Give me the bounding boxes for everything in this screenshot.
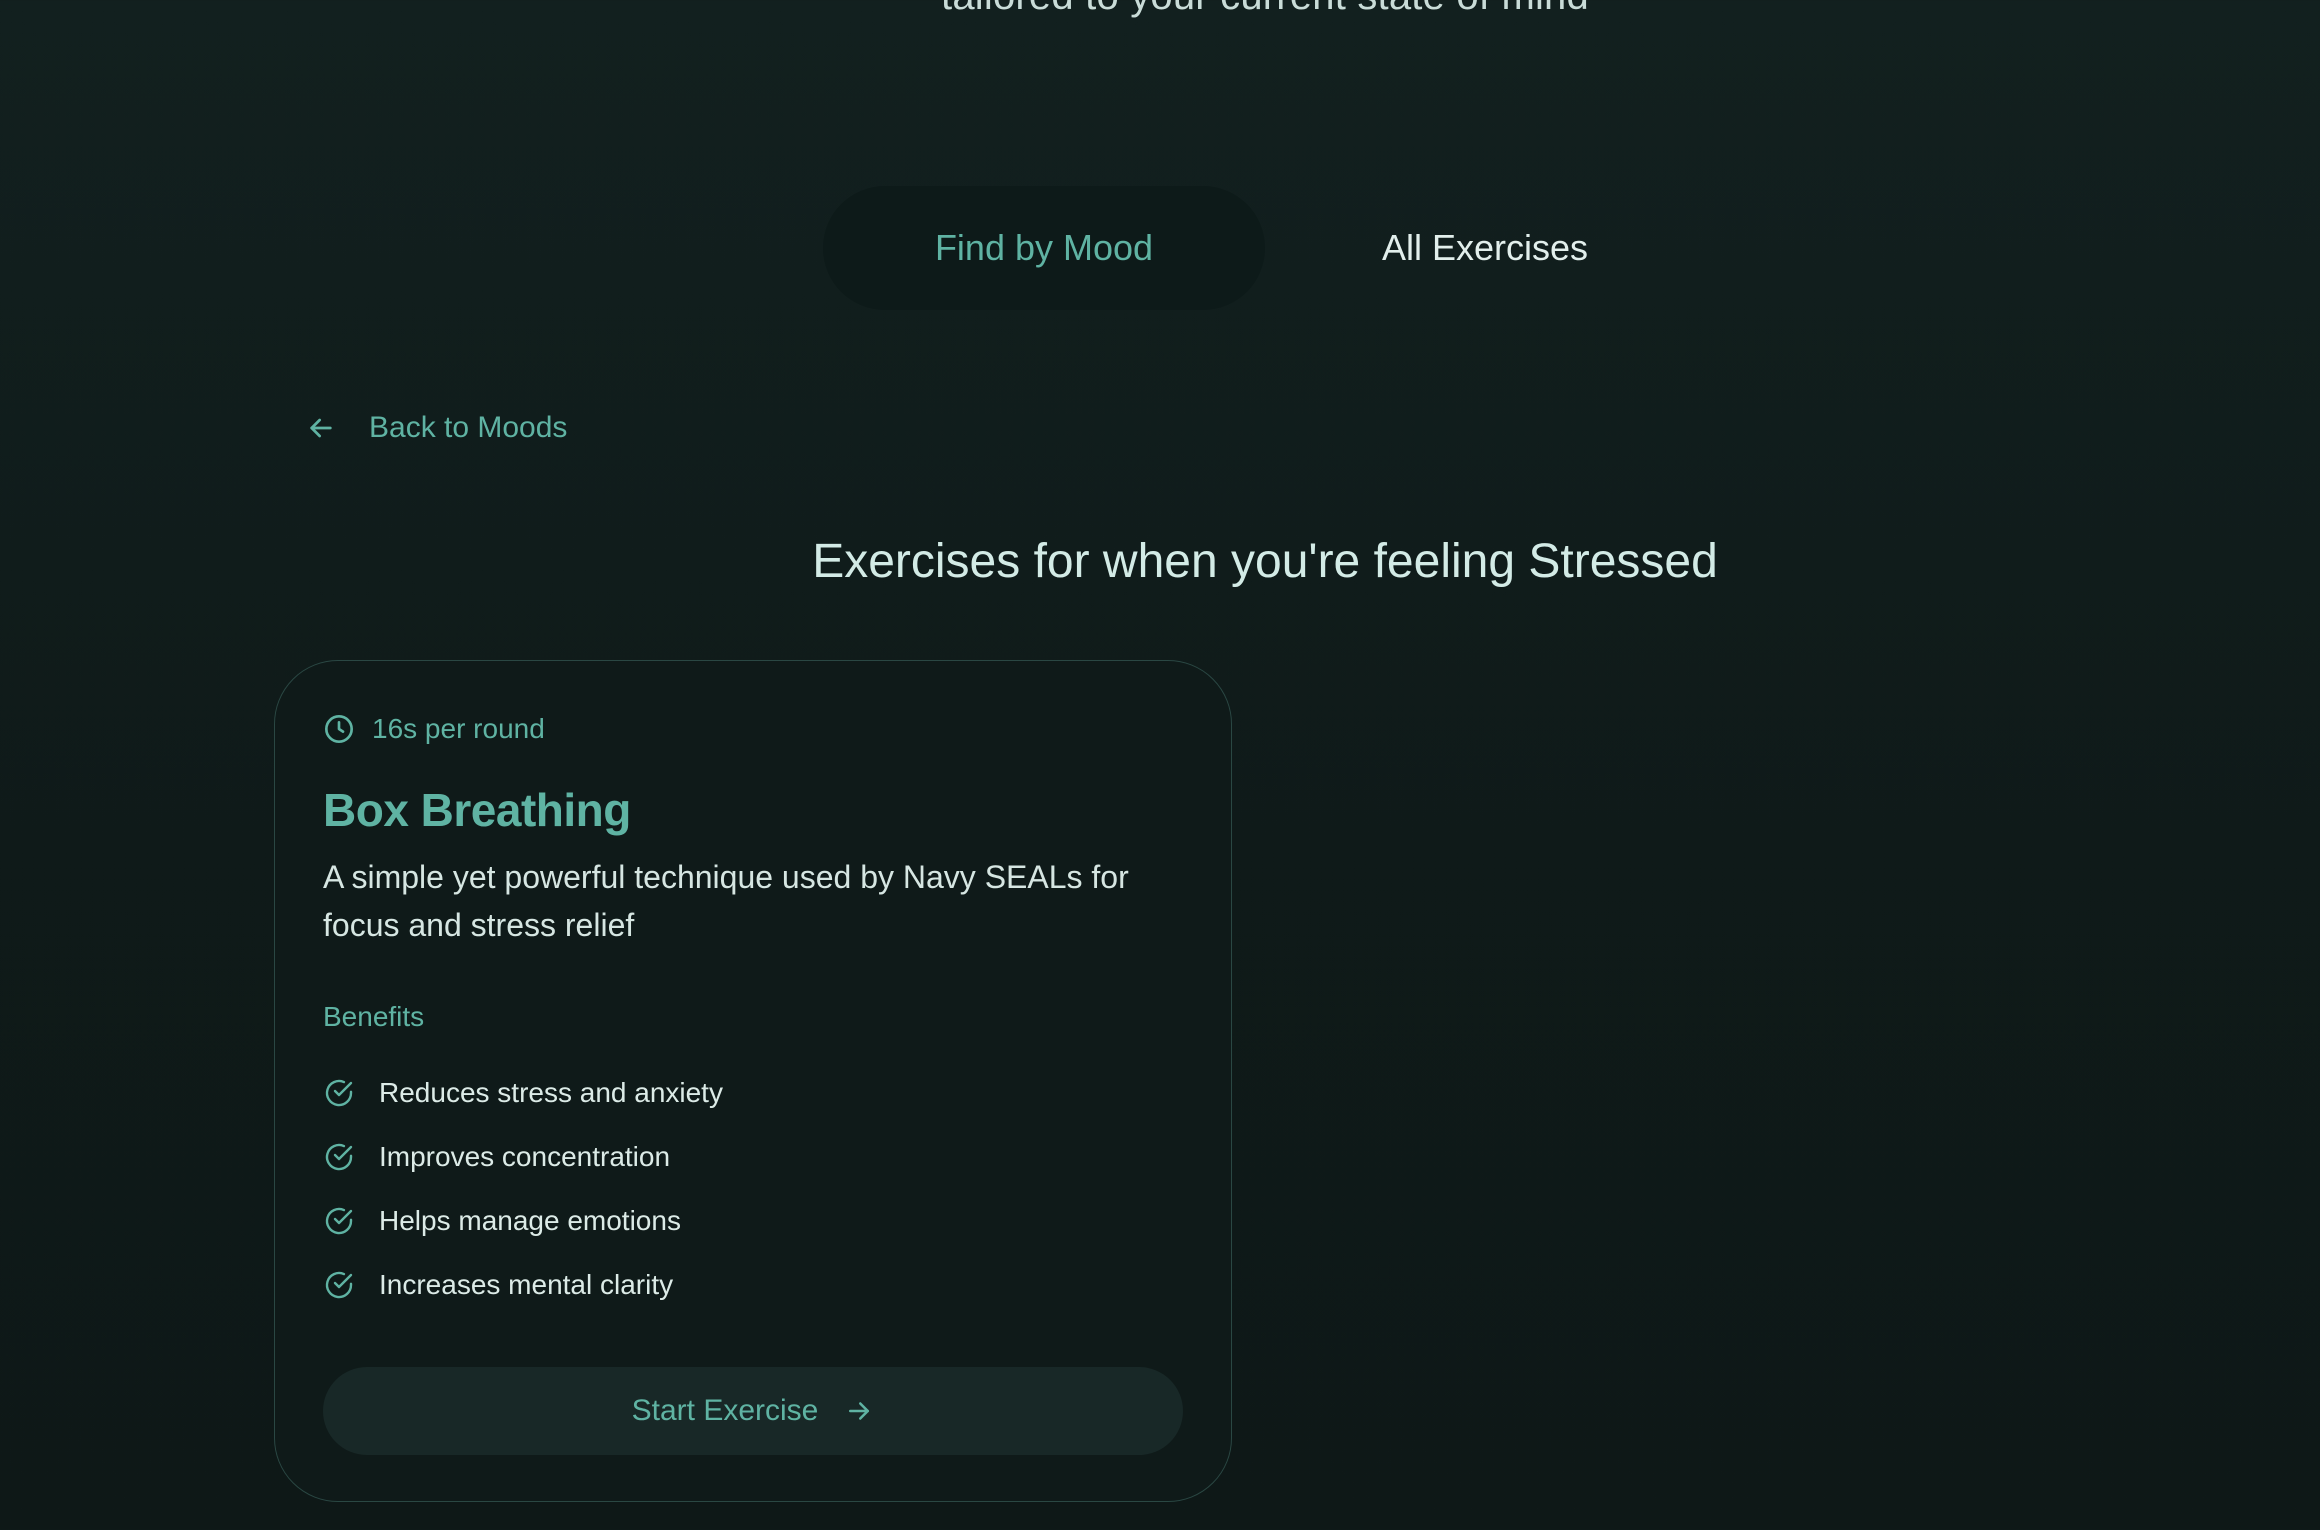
arrow-right-icon — [844, 1396, 874, 1426]
benefit-item: Improves concentration — [323, 1125, 723, 1189]
exercise-title: Box Breathing — [323, 784, 631, 836]
back-link-label: Back to Moods — [369, 411, 568, 444]
benefit-label: Improves concentration — [379, 1141, 671, 1172]
clock-icon — [323, 713, 355, 745]
tab-bar: Find by Mood All Exercises — [823, 186, 1705, 310]
duration: 16s per round — [323, 713, 545, 745]
benefit-item: Reduces stress and anxiety — [323, 1061, 723, 1125]
exercise-card: 16s per round Box Breathing A simple yet… — [274, 660, 1232, 1502]
benefit-item: Increases mental clarity — [323, 1253, 723, 1317]
benefits-list: Reduces stress and anxiety Improves conc… — [323, 1061, 723, 1317]
duration-label: 16s per round — [372, 713, 545, 744]
benefits-heading: Benefits — [323, 1001, 425, 1032]
arrow-left-icon — [305, 412, 337, 444]
tab-all-exercises[interactable]: All Exercises — [1265, 186, 1705, 310]
benefit-label: Helps manage emotions — [379, 1205, 681, 1236]
page: tailored to your current state of mind F… — [0, 0, 2320, 1530]
benefit-label: Increases mental clarity — [379, 1269, 674, 1300]
exercise-description: A simple yet powerful technique used by … — [323, 859, 1129, 943]
check-circle-icon — [323, 1141, 355, 1173]
page-subtitle: tailored to your current state of mind — [0, 0, 2320, 19]
back-to-moods-link[interactable]: Back to Moods — [305, 408, 567, 448]
start-exercise-button[interactable]: Start Exercise — [323, 1367, 1183, 1455]
check-circle-icon — [323, 1269, 355, 1301]
check-circle-icon — [323, 1077, 355, 1109]
benefit-item: Helps manage emotions — [323, 1189, 723, 1253]
benefit-label: Reduces stress and anxiety — [379, 1077, 723, 1108]
check-circle-icon — [323, 1205, 355, 1237]
tab-find-by-mood[interactable]: Find by Mood — [823, 186, 1265, 310]
section-heading: Exercises for when you're feeling Stress… — [812, 535, 1718, 588]
start-button-label: Start Exercise — [631, 1394, 819, 1427]
